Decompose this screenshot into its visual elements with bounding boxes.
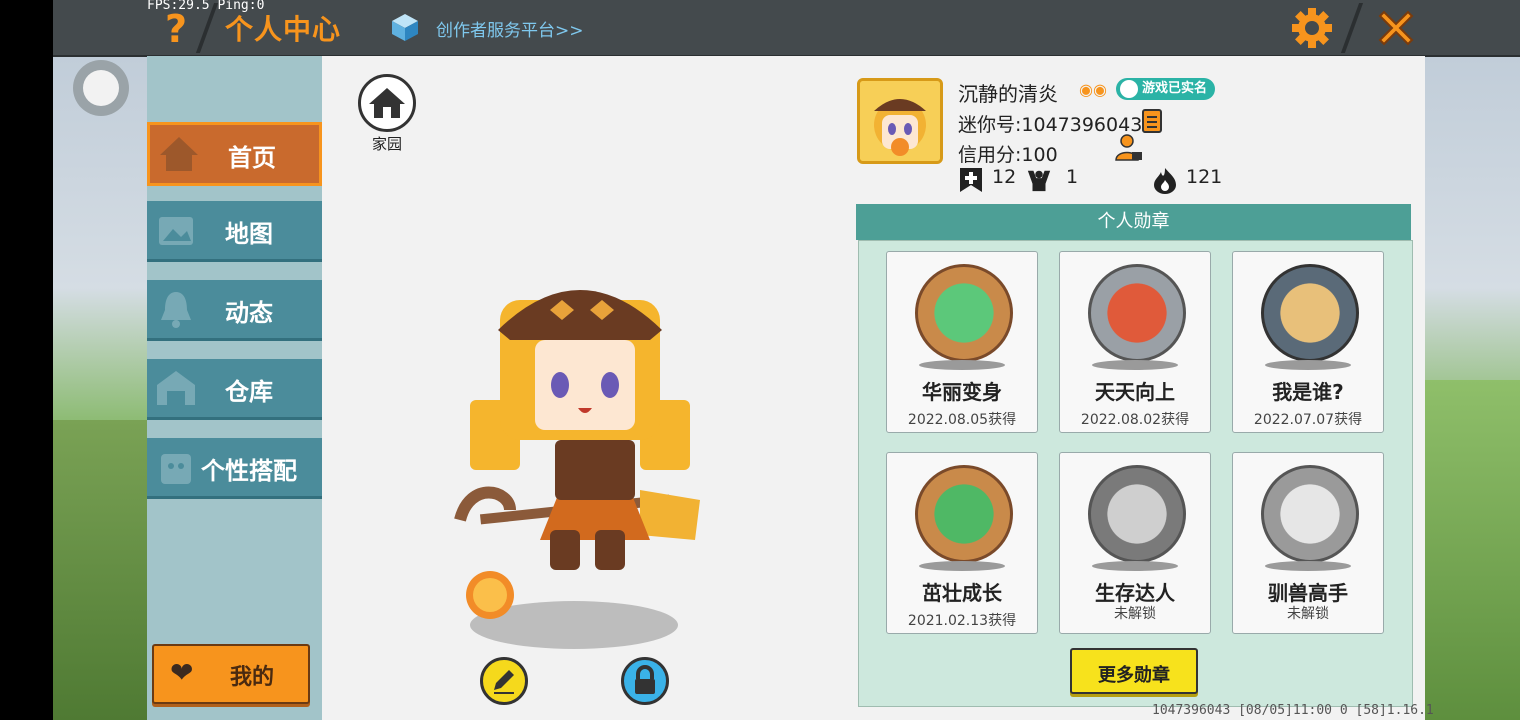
gear-icon[interactable] [1290, 6, 1334, 50]
dinosaur-medal-icon [915, 264, 1013, 362]
realname-badge-label: 游戏已实名 [1142, 81, 1208, 96]
more-badges-button[interactable]: 更多勋章 [1070, 648, 1198, 694]
badge-card[interactable]: 华丽变身 2022.08.05获得 [886, 251, 1038, 433]
warehouse-icon [157, 371, 195, 405]
avatar-portrait [860, 81, 940, 161]
fans-icon [1027, 170, 1051, 192]
sidebar-item-label: 首页 [228, 144, 276, 172]
bookmark-icon [960, 168, 982, 192]
mine-button[interactable]: ❤ 我的 [152, 644, 310, 704]
left-black-bar [0, 0, 53, 720]
page-title: 个人中心 [225, 13, 342, 46]
add-friend-icon[interactable] [1114, 132, 1144, 162]
badge-name: 华丽变身 [922, 380, 1002, 404]
realname-badge: 游戏已实名 [1116, 78, 1216, 100]
medal-shadow [1092, 360, 1178, 370]
sidebar-item-label: 个性搭配 [201, 457, 297, 485]
medal-shadow [919, 561, 1005, 571]
record-button[interactable] [73, 60, 129, 116]
heat-count: 121 [1186, 166, 1223, 188]
pencil-icon [494, 670, 514, 694]
badge-name: 驯兽高手 [1268, 581, 1348, 605]
background-grass-block [53, 420, 147, 720]
badge-status: 未解锁 [1287, 606, 1329, 622]
copy-icon[interactable] [1141, 108, 1165, 134]
more-badges-label: 更多勋章 [1098, 665, 1170, 686]
flame-icon [1154, 168, 1176, 194]
badge-date: 2021.02.13获得 [907, 613, 1017, 629]
badge-name: 我是谁? [1272, 380, 1344, 404]
map-icon [159, 217, 193, 245]
credit-score: 信用分:100 [958, 144, 1058, 166]
fans-count: 1 [1066, 166, 1079, 188]
animal-tamer-medal-icon [1261, 465, 1359, 563]
medal-shadow [1265, 561, 1351, 571]
sidebar-item-map[interactable]: 地图 [147, 201, 322, 262]
sidebar-item-warehouse[interactable]: 仓库 [147, 359, 322, 420]
badge-card[interactable]: 茁壮成长 2021.02.13获得 [886, 452, 1038, 634]
sidebar-item-activity[interactable]: 动态 [147, 280, 322, 341]
campfire-medal-icon [1088, 465, 1186, 563]
badge-card[interactable]: 我是谁? 2022.07.07获得 [1232, 251, 1384, 433]
mine-button-label: 我的 [230, 665, 275, 690]
question-icon[interactable]: ? [158, 8, 194, 50]
badge-date: 2022.08.05获得 [907, 412, 1017, 428]
medal-shadow [919, 360, 1005, 370]
badge-name: 天天向上 [1095, 380, 1175, 404]
player-avatar[interactable] [450, 260, 710, 660]
lock-icon [635, 665, 655, 694]
badge-card[interactable]: 驯兽高手 未解锁 [1232, 452, 1384, 634]
badge-status: 未解锁 [1114, 606, 1156, 622]
mask-icon[interactable]: ◉◉ [1079, 80, 1107, 99]
badge-name: 茁壮成长 [922, 581, 1002, 605]
lock-button[interactable] [621, 657, 669, 705]
badge-date: 2022.07.07获得 [1253, 412, 1363, 428]
sidebar-item-outfit[interactable]: 个性搭配 [147, 438, 322, 499]
sidebar-item-label: 动态 [225, 299, 273, 327]
medal-shadow [1092, 561, 1178, 571]
avatar[interactable] [857, 78, 943, 164]
close-icon[interactable] [1374, 6, 1418, 50]
badges-header: 个人勋章 [856, 204, 1411, 240]
heart-icon: ❤ [170, 656, 194, 689]
sidebar-item-home[interactable]: 首页 [147, 122, 322, 186]
creator-platform-link[interactable]: 创作者服务平台>> [436, 16, 584, 41]
id-card-medal-icon [1261, 264, 1359, 362]
badge-date: 2022.08.02获得 [1080, 412, 1190, 428]
posts-count: 12 [992, 166, 1017, 188]
frog-king-medal-icon [915, 465, 1013, 563]
person-icon [1120, 80, 1138, 98]
footer-debug-info: 1047396043 [08/05]11:00 0 [58]1.16.1 [1152, 703, 1434, 718]
nickname: 沉静的清炎 [958, 82, 1058, 106]
background-grass-block-right [1425, 380, 1520, 720]
checklist-medal-icon [1088, 264, 1186, 362]
badge-name: 生存达人 [1095, 581, 1175, 605]
badge-card[interactable]: 天天向上 2022.08.02获得 [1059, 251, 1211, 433]
outfit-icon [161, 454, 191, 484]
home-label: 家园 [371, 135, 402, 153]
medal-shadow [1265, 360, 1351, 370]
sidebar-item-label: 仓库 [225, 378, 273, 406]
badge-card[interactable]: 生存达人 未解锁 [1059, 452, 1211, 634]
edit-button[interactable] [480, 657, 528, 705]
sidebar: 首页 地图 动态 仓库 个性搭配 [147, 56, 322, 720]
cube-icon[interactable] [390, 12, 420, 42]
home-icon[interactable] [358, 74, 416, 132]
sidebar-item-label: 地图 [225, 220, 273, 248]
house-icon [369, 88, 405, 118]
badges-grid: 华丽变身 2022.08.05获得 天天向上 2022.08.02获得 我是谁?… [858, 240, 1413, 707]
house-icon [160, 137, 198, 171]
bell-icon [161, 292, 191, 328]
